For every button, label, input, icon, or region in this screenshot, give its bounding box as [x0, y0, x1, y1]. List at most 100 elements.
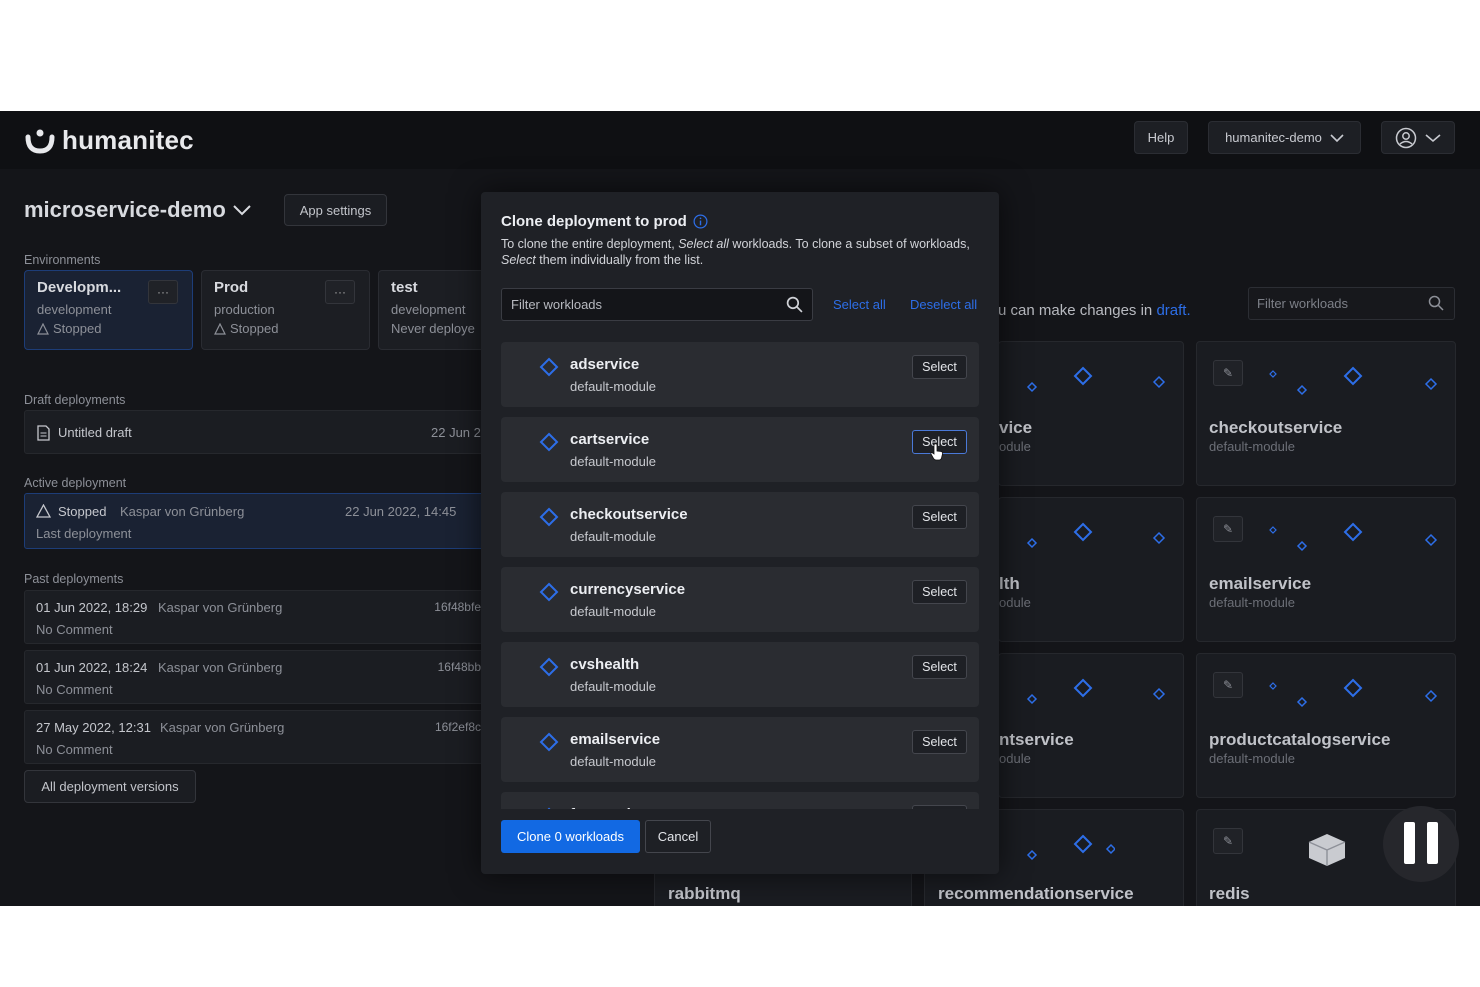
workload-decoration-icon: [1269, 522, 1438, 552]
workload-name: ntservice: [999, 730, 1074, 749]
user-avatar-icon: [1395, 127, 1417, 148]
past-deployment-row[interactable]: 01 Jun 2022, 18:24 Kaspar von Grünberg 1…: [24, 650, 494, 704]
past-deployment-row[interactable]: 27 May 2022, 12:31 Kaspar von Grünberg 1…: [24, 710, 494, 764]
pin-icon[interactable]: ✎: [1213, 672, 1243, 698]
info-icon[interactable]: [693, 214, 708, 229]
modal-title-text: Clone deployment to prod: [501, 213, 687, 230]
org-selector[interactable]: humanitec-demo: [1208, 121, 1361, 154]
workload-name: cvshealth: [570, 656, 640, 673]
select-button[interactable]: Select: [912, 505, 967, 529]
select-all-link[interactable]: Select all: [833, 297, 886, 312]
workload-list-item: emailservice default-module Select: [501, 717, 979, 782]
workload-decoration-icon: [1269, 678, 1438, 708]
clone-deployment-modal: Clone deployment to prod To clone the en…: [481, 192, 999, 874]
desc-part: workloads. To clone a subset of workload…: [728, 237, 970, 251]
draft-deployments-label: Draft deployments: [24, 393, 126, 407]
chevron-down-icon: [1330, 133, 1344, 142]
changes-hint: u can make changes in draft.: [998, 302, 1191, 319]
past-author: Kaspar von Grünberg: [158, 600, 283, 615]
workload-name: productcatalogservice: [1209, 730, 1391, 749]
workload-name: recommendationservice: [938, 884, 1134, 903]
workload-module: default-module: [1209, 439, 1295, 454]
past-comment: No Comment: [36, 682, 113, 697]
draft-link[interactable]: draft.: [1156, 302, 1190, 319]
active-note: Last deployment: [36, 526, 132, 541]
pause-button[interactable]: [1383, 806, 1459, 882]
active-deployment-label: Active deployment: [24, 476, 127, 490]
humanitec-logo-icon: [25, 129, 55, 154]
env-card-development[interactable]: Developm... development Stopped ···: [24, 270, 193, 350]
env-status-text: Stopped: [53, 321, 102, 336]
humanitec-logo[interactable]: humanitec: [24, 125, 194, 156]
workload-card[interactable]: ntservice odule: [998, 653, 1184, 798]
warning-icon: [214, 322, 226, 335]
select-button[interactable]: Select: [912, 655, 967, 679]
workload-decoration-icon: [1026, 366, 1166, 393]
workload-name: cartservice: [570, 431, 650, 448]
app-title[interactable]: microservice-demo: [24, 197, 252, 223]
deselect-all-link[interactable]: Deselect all: [910, 297, 977, 312]
select-button[interactable]: Select: [912, 580, 967, 604]
workload-decoration-icon: [1269, 366, 1438, 396]
workload-name: adservice: [570, 356, 640, 373]
pin-icon[interactable]: ✎: [1213, 360, 1243, 386]
env-more-button[interactable]: ···: [148, 280, 178, 304]
select-button[interactable]: Select: [912, 805, 967, 809]
env-status: Stopped: [37, 321, 180, 336]
pin-icon[interactable]: ✎: [1213, 828, 1243, 854]
workload-name: checkoutservice: [1209, 418, 1343, 437]
workload-module: odule: [999, 751, 1031, 766]
clone-workloads-button[interactable]: Clone 0 workloads: [501, 820, 640, 853]
pin-icon[interactable]: ✎: [1213, 516, 1243, 542]
env-status-text: Stopped: [230, 321, 279, 336]
workload-card[interactable]: vice odule: [998, 341, 1184, 486]
workload-name: redis: [1209, 884, 1250, 903]
filter-placeholder: Filter workloads: [1257, 296, 1349, 311]
past-author: Kaspar von Grünberg: [158, 660, 283, 675]
workload-card[interactable]: ✎ emailservice default-module: [1196, 497, 1456, 642]
app-settings-button[interactable]: App settings: [284, 194, 387, 226]
search-icon: [1428, 295, 1444, 311]
workload-module: default-module: [570, 379, 656, 394]
workload-name: lth: [999, 574, 1020, 593]
desc-emphasis: Select: [501, 253, 536, 267]
chevron-down-icon: [233, 205, 251, 216]
pause-bar: [1404, 822, 1415, 864]
workload-name: checkoutservice: [570, 506, 688, 523]
chevron-down-icon: [1425, 133, 1441, 142]
user-menu-button[interactable]: [1381, 121, 1455, 154]
modal-filter-input[interactable]: [502, 289, 782, 320]
redis-cube-icon: [1308, 834, 1346, 866]
workloads-filter-input[interactable]: Filter workloads: [1248, 287, 1455, 320]
workload-card[interactable]: lth odule: [998, 497, 1184, 642]
hand-cursor-icon: [930, 443, 943, 461]
cancel-button[interactable]: Cancel: [645, 820, 711, 853]
env-card-prod[interactable]: Prod production Stopped ···: [201, 270, 370, 350]
changes-hint-text: u can make changes in: [998, 302, 1157, 319]
all-deployment-versions-button[interactable]: All deployment versions: [24, 770, 196, 803]
workload-module: default-module: [570, 754, 656, 769]
workload-list-item: cvshealth default-module Select: [501, 642, 979, 707]
past-deployment-row[interactable]: 01 Jun 2022, 18:29 Kaspar von Grünberg 1…: [24, 590, 494, 644]
select-button[interactable]: Select: [912, 730, 967, 754]
past-date: 01 Jun 2022, 18:24: [36, 660, 148, 675]
workload-diamond-icon: [539, 357, 559, 377]
past-comment: No Comment: [36, 742, 113, 757]
past-hash: 16f2ef8c: [434, 720, 481, 734]
help-button[interactable]: Help: [1134, 121, 1188, 154]
workload-card[interactable]: ✎ productcatalogservice default-module: [1196, 653, 1456, 798]
draft-name: Untitled draft: [58, 425, 132, 440]
workload-list-item: frontend default-module Select: [501, 792, 979, 809]
workload-card[interactable]: ✎ checkoutservice default-module: [1196, 341, 1456, 486]
active-deployment-row[interactable]: Stopped Kaspar von Grünberg 22 Jun 2022,…: [24, 493, 494, 549]
workload-diamond-icon: [547, 807, 551, 809]
workload-name: emailservice: [1209, 574, 1312, 593]
env-more-button[interactable]: ···: [325, 280, 355, 304]
select-button[interactable]: Select: [912, 355, 967, 379]
draft-row[interactable]: Untitled draft 22 Jun 2: [24, 410, 494, 454]
modal-description: To clone the entire deployment, Select a…: [501, 236, 971, 268]
workload-module: default-module: [570, 679, 656, 694]
workload-name: frontend: [570, 806, 631, 809]
workload-module: odule: [999, 595, 1031, 610]
search-icon: [786, 296, 803, 313]
